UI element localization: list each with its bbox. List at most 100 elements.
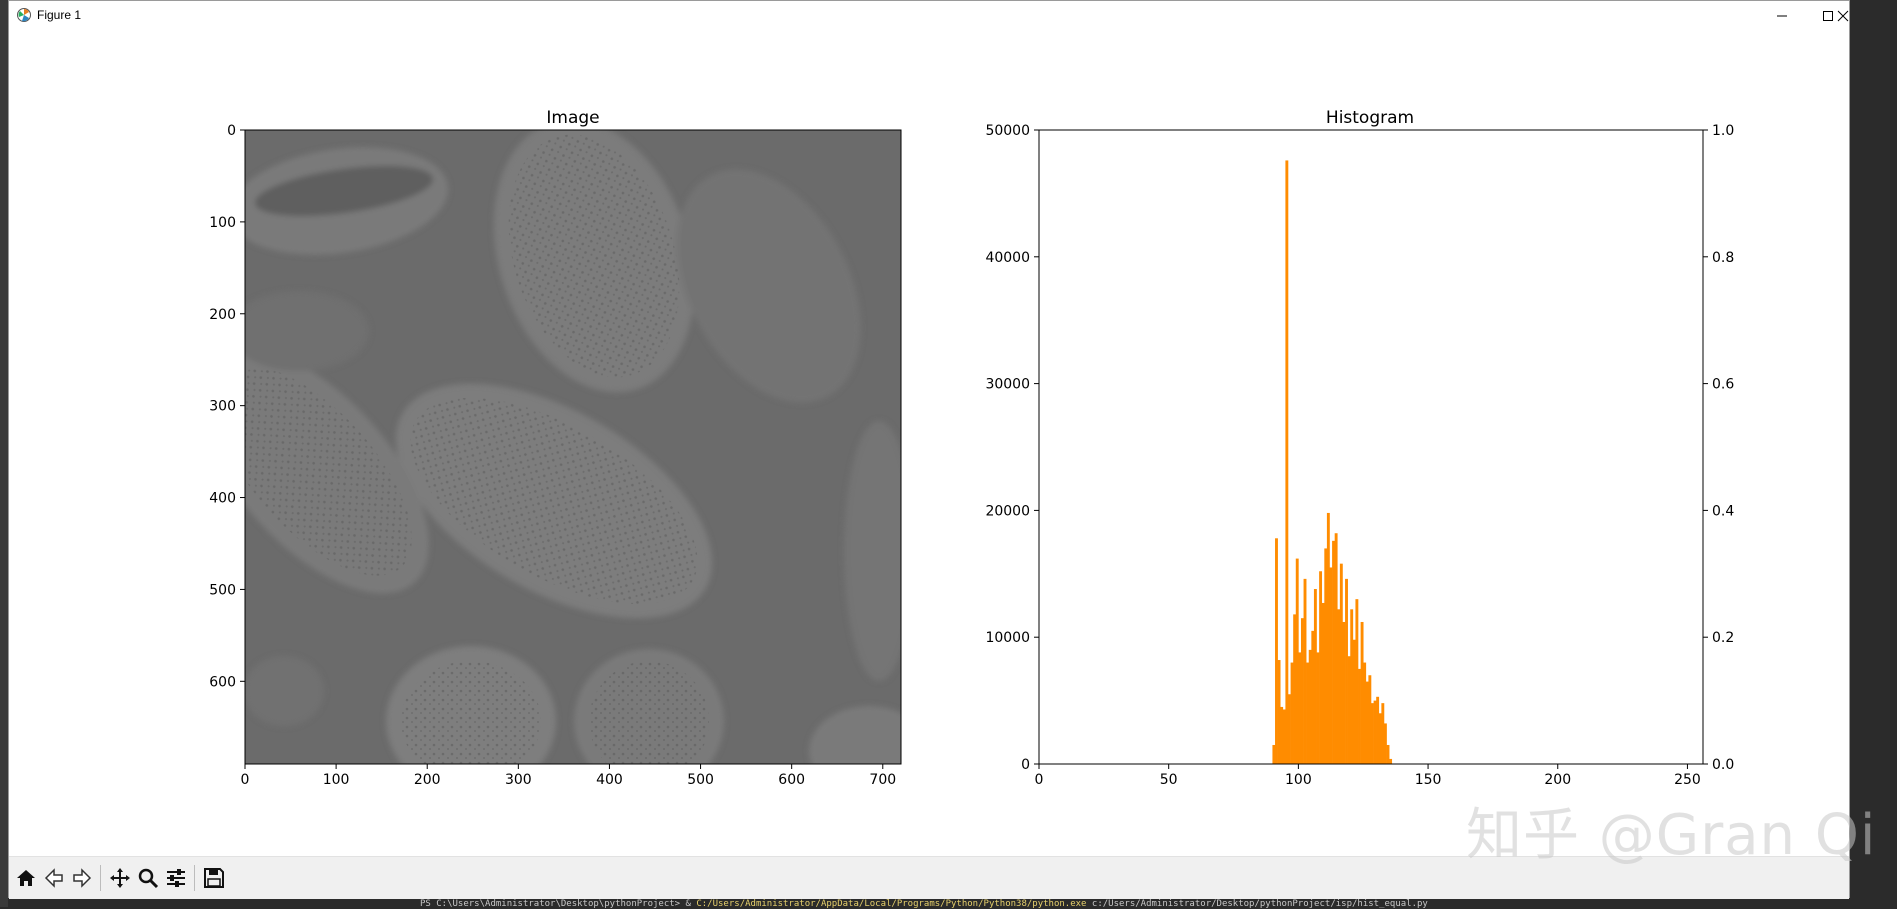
histogram-bar (1311, 630, 1315, 764)
histogram-bar (1378, 713, 1382, 764)
x-tick-label: 0 (1035, 772, 1044, 788)
histogram-bar (1282, 709, 1286, 764)
zoom-button[interactable] (134, 864, 162, 892)
histogram-bar (1342, 621, 1346, 764)
histogram-bar (1308, 649, 1312, 764)
histogram-bar (1285, 160, 1289, 764)
x-tick-label: 600 (778, 772, 805, 788)
background-left-strip (0, 0, 8, 907)
forward-button[interactable] (68, 864, 96, 892)
figure-canvas[interactable]: Image 0 100 200 300 400 500 600 700 0100… (9, 31, 1849, 856)
title-bar: Figure 1 (9, 1, 1849, 31)
histogram-bar (1303, 578, 1307, 764)
histogram-bar (1326, 512, 1330, 764)
histogram-bar (1389, 758, 1393, 764)
x-tick-label: 50 (1160, 772, 1178, 788)
histogram-bar (1324, 548, 1328, 764)
y-tick-label: 500 (209, 582, 236, 598)
y2-tick-label: 1.0 (1712, 123, 1734, 139)
close-button[interactable] (1829, 1, 1857, 31)
histogram-title: Histogram (1326, 108, 1414, 128)
zoom-icon (138, 868, 159, 889)
histogram-bar (1373, 700, 1377, 764)
watermark-text: 知乎 @Gran Qi (1466, 803, 1877, 868)
y2-tick-label: 0.4 (1712, 503, 1734, 519)
terminal-command-line: PS C:\Users\Administrator\Desktop\python… (420, 899, 1428, 909)
histogram-bar (1300, 618, 1304, 764)
histogram-bar (1355, 599, 1359, 764)
y-tick-label: 10000 (985, 630, 1030, 646)
histogram-bar (1313, 589, 1317, 764)
image-title: Image (546, 108, 599, 128)
histogram-bar (1321, 602, 1325, 764)
close-icon (1837, 10, 1849, 22)
x-tick-label: 150 (1415, 772, 1442, 788)
histogram-bar (1334, 533, 1338, 764)
back-button[interactable] (40, 864, 68, 892)
y-tick-label: 400 (209, 491, 236, 507)
x-tick-label: 200 (1544, 772, 1571, 788)
matplotlib-app-icon (17, 8, 31, 22)
home-button[interactable] (12, 864, 40, 892)
histogram-bar (1295, 558, 1299, 764)
y2-tick-label: 0.8 (1712, 250, 1734, 266)
y-tick-label: 0 (227, 123, 236, 139)
histogram-bar (1371, 703, 1374, 764)
y-tick-label: 50000 (985, 123, 1030, 139)
terminal-script-path: c:/Users/Administrator/Desktop/pythonPro… (1086, 899, 1428, 909)
x-tick-label: 250 (1674, 772, 1701, 788)
terminal-prompt: PS C:\Users\Administrator\Desktop\python… (420, 899, 697, 909)
histogram-bar (1272, 744, 1276, 764)
histogram-axes-frame (1038, 129, 1704, 765)
y-tick-label: 200 (209, 307, 236, 323)
y2-tick-label: 0.6 (1712, 377, 1734, 393)
y-tick-label: 600 (209, 674, 236, 690)
y2-tick-label: 0.0 (1712, 757, 1734, 773)
histogram-bar (1350, 609, 1354, 764)
histogram-bar (1345, 578, 1348, 764)
y-tick-label: 300 (209, 399, 236, 415)
histogram-bar (1358, 668, 1361, 764)
histogram-bar (1329, 567, 1333, 764)
image-x-axis: 0 100 200 300 400 500 600 700 (241, 764, 896, 788)
histogram-bars (1272, 160, 1393, 764)
y-tick-label: 30000 (985, 377, 1030, 393)
y2-tick-label: 0.2 (1712, 630, 1734, 646)
toolbar-separator (100, 865, 101, 891)
histogram-bar (1339, 563, 1343, 764)
histogram-bar (1277, 660, 1281, 764)
histogram-bar (1298, 652, 1302, 764)
histogram-bar (1376, 696, 1380, 764)
save-icon (204, 868, 224, 888)
histogram-bar (1381, 703, 1385, 764)
y-tick-label: 40000 (985, 250, 1030, 266)
x-tick-label: 400 (596, 772, 623, 788)
toolbar-separator (194, 865, 195, 891)
histogram-bar (1383, 723, 1387, 764)
minimize-button[interactable] (1759, 1, 1805, 31)
histogram-bar (1280, 706, 1284, 764)
histogram-bar (1288, 694, 1291, 764)
x-tick-label: 200 (414, 772, 441, 788)
histogram-bar (1306, 662, 1310, 764)
histogram-bar (1316, 652, 1320, 764)
back-icon (44, 868, 63, 888)
configure-subplots-button[interactable] (162, 864, 190, 892)
terminal-python-path: C:/Users/Administrator/AppData/Local/Pro… (696, 899, 1087, 909)
histogram-bar (1275, 538, 1278, 764)
x-tick-label: 100 (1285, 772, 1312, 788)
histogram-x-axis: 0 50 100 150 200 250 (1035, 764, 1701, 788)
home-icon (17, 870, 35, 886)
histogram-bar (1365, 681, 1369, 764)
configure-subplots-icon (167, 869, 185, 887)
histogram-y-axis: 0 10000 20000 30000 40000 50000 (985, 123, 1039, 773)
histogram-bar (1290, 662, 1294, 764)
pan-button[interactable] (106, 864, 134, 892)
figure-window: Figure 1 Image 0 100 200 300 400 500 600… (8, 0, 1850, 899)
save-button[interactable] (200, 864, 228, 892)
x-tick-label: 300 (505, 772, 532, 788)
y-tick-label: 100 (209, 215, 236, 231)
x-tick-label: 700 (869, 772, 896, 788)
forward-icon (73, 868, 92, 888)
histogram-bar (1337, 609, 1341, 764)
